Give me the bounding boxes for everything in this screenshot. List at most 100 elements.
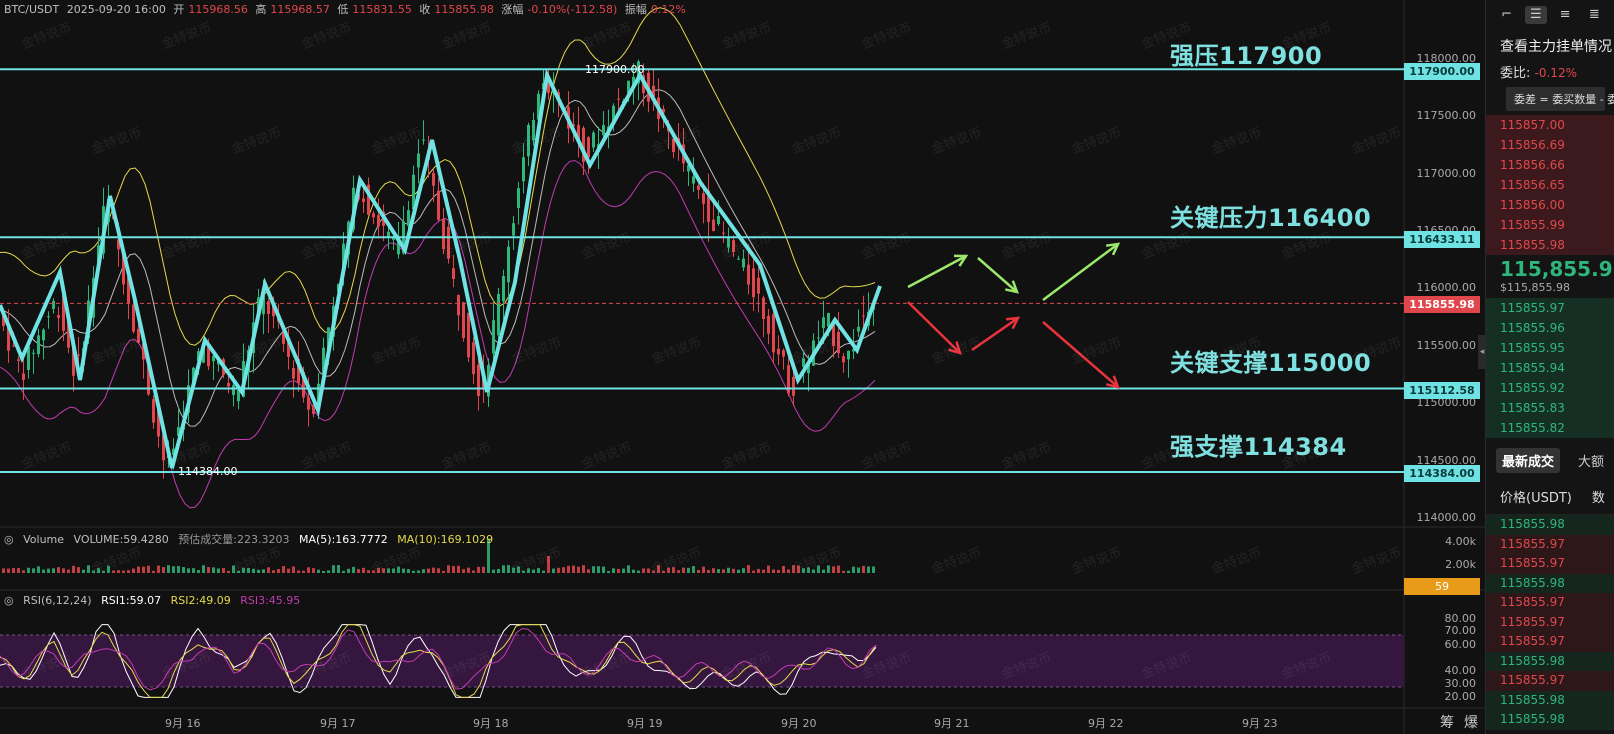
volume-bar: [537, 568, 540, 573]
volume-bar: [627, 565, 630, 573]
last-price-usd: $115,855.98: [1500, 281, 1570, 294]
volume-bar: [592, 566, 595, 573]
volume-bar: [67, 569, 70, 573]
candle-body: [757, 277, 760, 294]
candle-body: [32, 352, 35, 354]
volume-bar: [642, 568, 645, 573]
volume-bar: [817, 565, 820, 573]
ask-list: 115857.00 115856.69 115856.66 115856.65 1158…: [1486, 115, 1614, 255]
ask-row[interactable]: 115855.99: [1486, 215, 1614, 235]
bull-arrow-1: [907, 254, 967, 289]
ask-row[interactable]: 115857.00: [1486, 115, 1614, 135]
trade-row: 115855.97: [1486, 671, 1614, 691]
volume-bar: [177, 566, 180, 573]
tab-large-trades[interactable]: 大额: [1572, 448, 1610, 473]
layout-icon[interactable]: ⌐: [1496, 6, 1517, 24]
volume-bar: [457, 565, 460, 573]
ask-row[interactable]: 115856.69: [1486, 135, 1614, 155]
bid-row[interactable]: 115855.92: [1486, 378, 1614, 398]
candle-body: [442, 218, 445, 250]
candle-body: [767, 315, 770, 334]
volume-bar: [727, 567, 730, 573]
volume-bar: [467, 567, 470, 573]
tab-latest-trades[interactable]: 最新成交: [1496, 448, 1561, 473]
volume-bar: [72, 565, 75, 573]
candle-body: [717, 215, 720, 224]
volume-bar: [207, 567, 210, 573]
bid-row[interactable]: 115855.82: [1486, 418, 1614, 438]
bid-row[interactable]: 115855.94: [1486, 358, 1614, 378]
orderbook-asks-icon[interactable]: ≣: [1584, 6, 1605, 24]
liquidation-button[interactable]: 爆: [1464, 712, 1478, 732]
volume-bar: [102, 570, 105, 573]
volume-bar: [227, 570, 230, 573]
candle-body: [232, 385, 235, 396]
chip-button[interactable]: 筹: [1440, 712, 1454, 732]
volume-bar: [22, 570, 25, 573]
col-qty: 数: [1591, 491, 1605, 506]
high-label: 高: [255, 3, 267, 16]
volume-title: Volume: [23, 533, 65, 546]
volume-estimate: 预估成交量:223.3203: [178, 533, 290, 546]
candle-body: [752, 268, 755, 298]
bid-row[interactable]: 115855.83: [1486, 398, 1614, 418]
volume-bar: [597, 566, 600, 573]
volume-bar: [742, 568, 745, 573]
volume-bar: [402, 568, 405, 573]
volume-bar: [42, 569, 45, 573]
eye-icon[interactable]: ◎: [4, 594, 14, 607]
low-value: 115831.55: [352, 3, 412, 16]
candle-body: [742, 258, 745, 268]
bid-row[interactable]: 115855.95: [1486, 338, 1614, 358]
volume-bar: [117, 570, 120, 573]
ask-row[interactable]: 115856.00: [1486, 195, 1614, 215]
bid-row[interactable]: 115855.96: [1486, 318, 1614, 338]
volume-bar: [637, 570, 640, 573]
volume-bar: [62, 568, 65, 573]
ask-row[interactable]: 115856.66: [1486, 155, 1614, 175]
volume-bar: [282, 566, 285, 573]
candle-body: [847, 350, 850, 360]
orderbook-bids-icon[interactable]: ≡: [1555, 6, 1576, 24]
volume-bar: [472, 570, 475, 573]
trade-tabs: 最新成交 大额: [1486, 438, 1614, 477]
trade-row: 115855.97: [1486, 534, 1614, 554]
rsi-tick: 40.00: [1444, 664, 1477, 677]
volume-bar: [552, 568, 555, 573]
change-value: -0.10%(-112.58): [527, 3, 618, 16]
volume-bar: [712, 568, 715, 573]
trade-row: 115855.98: [1486, 651, 1614, 671]
y-tick: 115500.00: [1416, 339, 1477, 352]
candle-body: [497, 293, 500, 336]
trade-row: 115855.97: [1486, 632, 1614, 652]
volume-bar: [212, 567, 215, 573]
last-price: 115,855.98: [1500, 257, 1614, 281]
volume-bar: [27, 567, 30, 573]
volume-bar: [77, 567, 80, 573]
bid-row[interactable]: 115855.97: [1486, 298, 1614, 318]
trade-column-header: 价格(USDT) 数: [1486, 477, 1614, 515]
panel-title[interactable]: 查看主力挂单情况: [1486, 32, 1614, 60]
volume-bar: [672, 567, 675, 573]
volume-bar: [837, 565, 840, 573]
volume-ma10: MA(10):169.1029: [397, 533, 494, 546]
volume-bar: [137, 566, 140, 573]
volume-bar: [232, 565, 235, 573]
volume-bar: [417, 570, 420, 573]
volume-bar: [577, 566, 580, 573]
volume-bar: [852, 566, 855, 573]
ask-row[interactable]: 115855.98: [1486, 235, 1614, 255]
candle-body: [392, 238, 395, 240]
bear-arrow-2: [971, 316, 1019, 352]
candle-body: [462, 302, 465, 339]
ask-row[interactable]: 115856.65: [1486, 175, 1614, 195]
candle-body: [792, 376, 795, 396]
amp-value: 0.12%: [650, 3, 686, 16]
chart-area[interactable]: BTC/USDT 2025-09-20 16:00 开 115968.56 高 11…: [0, 0, 1485, 734]
volume-bar: [17, 568, 20, 573]
rsi3-value: RSI3:45.95: [240, 594, 301, 607]
candle-body: [477, 364, 480, 396]
ohlc-header: BTC/USDT 2025-09-20 16:00 开 115968.56 高 11…: [4, 1, 690, 17]
eye-icon[interactable]: ◎: [4, 533, 14, 546]
orderbook-both-icon[interactable]: ☰: [1525, 6, 1547, 24]
